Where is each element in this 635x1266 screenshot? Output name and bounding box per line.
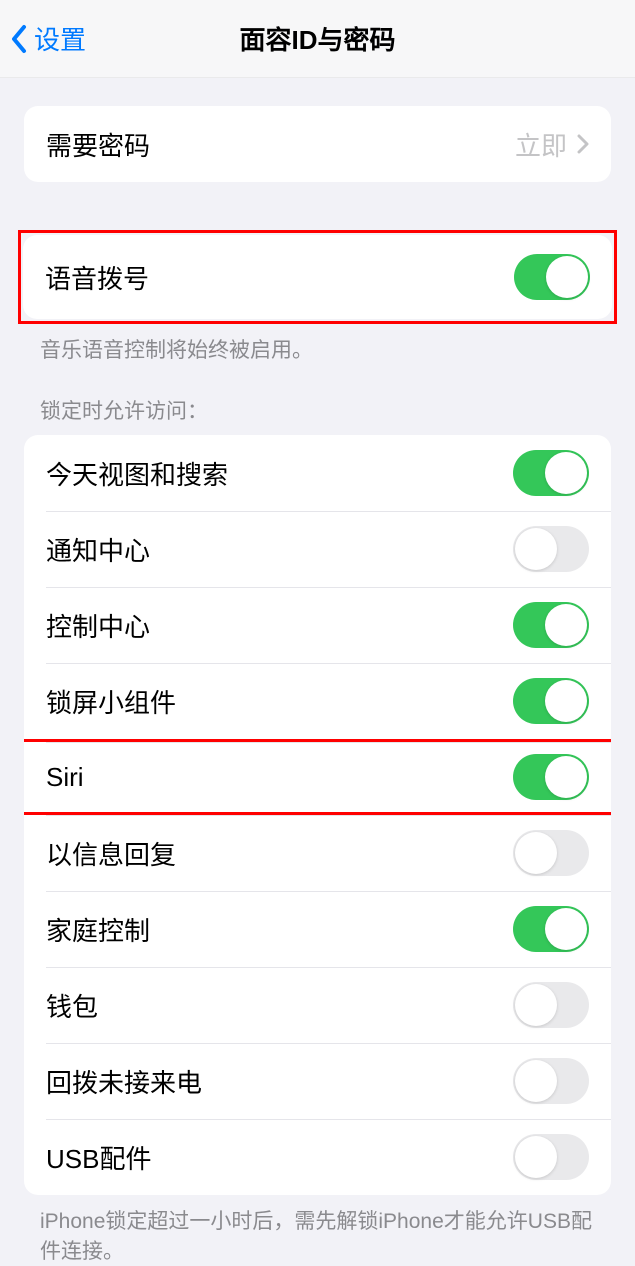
lock-access-row: 控制中心 xyxy=(24,587,611,663)
lock-access-row: USB配件 xyxy=(24,1119,611,1195)
lock-access-row: 通知中心 xyxy=(24,511,611,587)
lock-access-toggle[interactable] xyxy=(513,450,589,496)
lock-access-label: 通知中心 xyxy=(46,531,150,568)
voice-dial-label: 语音拨号 xyxy=(45,259,149,296)
lock-access-label: 钱包 xyxy=(46,987,98,1024)
chevron-left-icon xyxy=(10,24,28,54)
back-button[interactable]: 设置 xyxy=(0,20,86,57)
lock-access-row: 家庭控制 xyxy=(24,891,611,967)
lock-access-toggle[interactable] xyxy=(513,602,589,648)
voice-dial-row: 语音拨号 xyxy=(23,235,612,319)
page-title: 面容ID与密码 xyxy=(239,20,395,57)
lock-access-footer: iPhone锁定超过一小时后，需先解锁iPhone才能允许USB配件连接。 xyxy=(0,1195,635,1266)
lock-access-toggle[interactable] xyxy=(513,906,589,952)
voice-dial-group: 语音拨号 xyxy=(23,235,612,319)
lock-access-label: 回拨未接来电 xyxy=(46,1063,202,1100)
lock-access-toggle[interactable] xyxy=(513,1058,589,1104)
lock-access-row: 回拨未接来电 xyxy=(24,1043,611,1119)
lock-access-label: Siri xyxy=(46,762,84,793)
lock-access-row: 钱包 xyxy=(24,967,611,1043)
voice-dial-toggle[interactable] xyxy=(514,254,590,300)
lock-access-label: 今天视图和搜索 xyxy=(46,455,228,492)
require-passcode-row[interactable]: 需要密码 立即 xyxy=(24,106,611,182)
lock-access-row: Siri xyxy=(24,739,611,815)
lock-access-toggle[interactable] xyxy=(513,830,589,876)
lock-access-toggle[interactable] xyxy=(513,1134,589,1180)
passcode-group: 需要密码 立即 xyxy=(24,106,611,182)
lock-access-toggle[interactable] xyxy=(513,678,589,724)
nav-bar: 设置 面容ID与密码 xyxy=(0,0,635,78)
chevron-right-icon xyxy=(577,134,589,154)
back-label: 设置 xyxy=(34,20,86,57)
lock-access-toggle[interactable] xyxy=(513,754,589,800)
lock-access-label: 家庭控制 xyxy=(46,911,150,948)
voice-dial-highlight: 语音拨号 xyxy=(18,230,617,324)
lock-access-row: 锁屏小组件 xyxy=(24,663,611,739)
require-passcode-value: 立即 xyxy=(515,126,567,163)
lock-access-toggle[interactable] xyxy=(513,982,589,1028)
lock-access-header: 锁定时允许访问： xyxy=(0,395,635,435)
lock-access-row: 以信息回复 xyxy=(24,815,611,891)
require-passcode-label: 需要密码 xyxy=(46,126,150,163)
voice-dial-footer: 音乐语音控制将始终被启用。 xyxy=(0,324,635,365)
lock-access-row: 今天视图和搜索 xyxy=(24,435,611,511)
lock-access-label: 控制中心 xyxy=(46,607,150,644)
lock-access-label: USB配件 xyxy=(46,1139,151,1176)
lock-access-label: 以信息回复 xyxy=(46,835,176,872)
lock-access-group: 今天视图和搜索通知中心控制中心锁屏小组件 Siri 以信息回复家庭控制钱包回拨未接来… xyxy=(24,435,611,1195)
lock-access-toggle[interactable] xyxy=(513,526,589,572)
lock-access-label: 锁屏小组件 xyxy=(46,683,176,720)
